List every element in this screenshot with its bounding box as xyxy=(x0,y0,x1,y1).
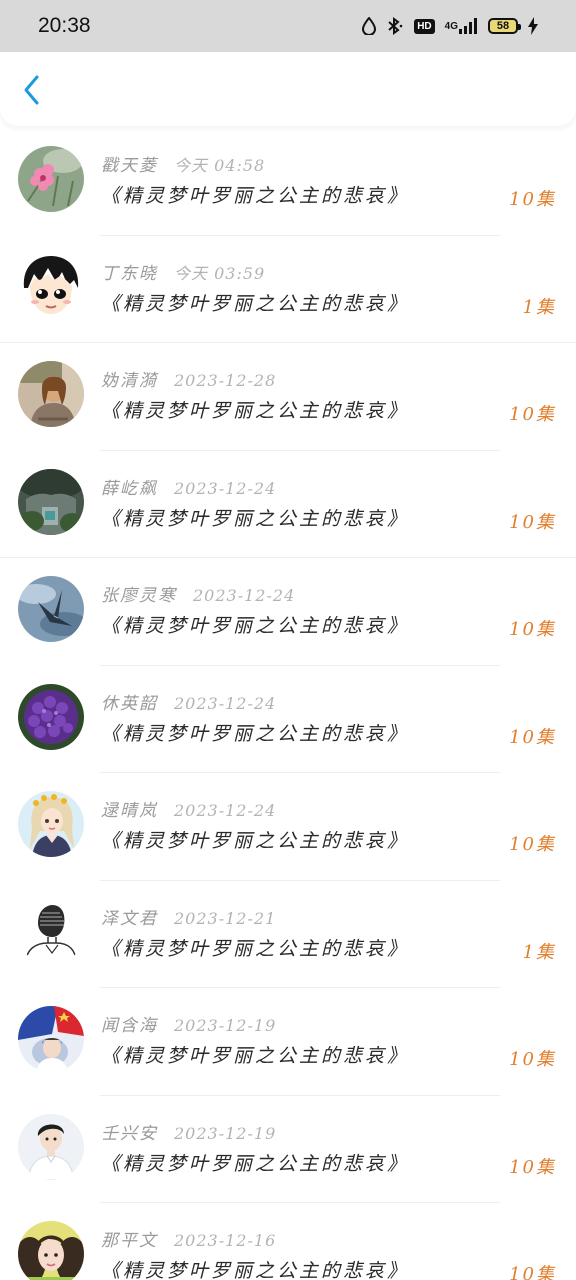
user-name: 逯晴岚 xyxy=(101,801,158,821)
garden-photo-avatar[interactable] xyxy=(18,468,84,535)
item-time: 2023-12-24 xyxy=(174,801,277,820)
list-item[interactable]: 薛屹飙 2023-12-24 《精灵梦叶罗丽之公主的悲哀》 10集 xyxy=(0,451,576,558)
list-item[interactable]: 丁东晓 今天 03:59 《精灵梦叶罗丽之公主的悲哀》 1集 xyxy=(0,236,576,343)
item-meta: 丁东晓 今天 03:59 xyxy=(101,259,265,284)
cartoon-boy-avatar[interactable] xyxy=(18,253,84,320)
item-time: 2023-12-24 xyxy=(193,586,296,605)
item-title: 《精灵梦叶罗丽之公主的悲哀》 xyxy=(101,185,410,207)
purple-flower-avatar[interactable] xyxy=(18,683,84,750)
item-title: 《精灵梦叶罗丽之公主的悲哀》 xyxy=(101,507,410,530)
flag-boy-avatar[interactable] xyxy=(18,1006,84,1072)
paper-crane-avatar[interactable] xyxy=(18,576,84,642)
list-item[interactable]: 戳天菱 今天 04:58 《精灵梦叶罗丽之公主的悲哀》 10集 xyxy=(0,128,576,236)
item-title: 《精灵梦叶罗丽之公主的悲哀》 xyxy=(101,830,410,852)
status-icons: HD 4G 58 xyxy=(362,17,538,35)
episode-count: 10集 xyxy=(509,1049,556,1070)
list-item[interactable]: 逯晴岚 2023-12-24 《精灵梦叶罗丽之公主的悲哀》 10集 xyxy=(0,773,576,881)
charging-bolt-icon xyxy=(528,17,538,35)
item-time: 2023-12-21 xyxy=(174,908,277,928)
item-title: 《精灵梦叶罗丽之公主的悲哀》 xyxy=(101,292,410,315)
episode-count: 10集 xyxy=(509,511,556,533)
sketch-avatar[interactable] xyxy=(18,898,84,965)
user-name: 丁东晓 xyxy=(101,263,158,284)
back-button[interactable] xyxy=(14,72,50,108)
item-meta: 闻含海 2023-12-19 xyxy=(101,1011,276,1036)
item-meta: 薛屹飙 2023-12-24 xyxy=(101,474,276,499)
item-meta: 壬兴安 2023-12-19 xyxy=(101,1119,276,1144)
item-meta: 那平文 2023-12-16 xyxy=(101,1226,276,1251)
item-title: 《精灵梦叶罗丽之公主的悲哀》 xyxy=(101,722,410,745)
item-time: 今天 04:58 xyxy=(174,156,266,175)
item-time: 2023-12-19 xyxy=(174,1123,277,1143)
episode-count: 10集 xyxy=(509,189,556,210)
status-bar: 20:38 HD 4G 58 xyxy=(0,0,576,52)
item-meta: 戳天菱 今天 04:58 xyxy=(101,151,265,176)
chevron-left-icon xyxy=(24,75,39,105)
user-name: 壬兴安 xyxy=(101,1123,158,1144)
episode-count: 10集 xyxy=(509,834,556,855)
episode-count: 10集 xyxy=(509,726,556,748)
young-man-avatar[interactable] xyxy=(18,1113,84,1180)
item-time: 2023-12-28 xyxy=(174,371,277,390)
list-item[interactable]: 泽文君 2023-12-21 《精灵梦叶罗丽之公主的悲哀》 1集 xyxy=(0,881,576,988)
item-time: 2023-12-24 xyxy=(174,693,277,713)
episode-count: 10集 xyxy=(509,619,556,640)
item-meta: 泽文君 2023-12-21 xyxy=(101,904,276,929)
flower-avatar[interactable] xyxy=(18,146,84,212)
battery-icon: 58 xyxy=(488,18,521,34)
user-name: 泽文君 xyxy=(101,908,158,929)
network-type-label: 4G xyxy=(444,20,458,32)
item-time: 2023-12-24 xyxy=(174,478,277,498)
item-meta: 逯晴岚 2023-12-24 xyxy=(101,796,276,821)
item-meta: 休英韶 2023-12-24 xyxy=(101,689,276,714)
status-time: 20:38 xyxy=(38,14,91,37)
item-title: 《精灵梦叶罗丽之公主的悲哀》 xyxy=(101,1260,410,1280)
user-name: 休英韶 xyxy=(101,693,158,714)
header xyxy=(0,52,576,126)
list-item[interactable]: 闻含海 2023-12-19 《精灵梦叶罗丽之公主的悲哀》 10集 xyxy=(0,988,576,1096)
item-time: 今天 03:59 xyxy=(174,263,266,283)
selfie-girl-avatar[interactable] xyxy=(18,1221,84,1280)
list-item[interactable]: 张廖灵寒 2023-12-24 《精灵梦叶罗丽之公主的悲哀》 10集 xyxy=(0,558,576,666)
item-title: 《精灵梦叶罗丽之公主的悲哀》 xyxy=(101,400,410,422)
signal-icon: 4G xyxy=(445,18,478,34)
item-title: 《精灵梦叶罗丽之公主的悲哀》 xyxy=(101,1045,410,1067)
episode-count: 10集 xyxy=(509,1264,556,1280)
item-meta: 张廖灵寒 2023-12-24 xyxy=(101,581,295,606)
user-name: 闻含海 xyxy=(101,1016,158,1036)
hd-icon: HD xyxy=(414,18,435,34)
battery-level: 58 xyxy=(496,20,510,32)
list-item[interactable]: 休英韶 2023-12-24 《精灵梦叶罗丽之公主的悲哀》 10集 xyxy=(0,666,576,773)
item-time: 2023-12-19 xyxy=(174,1016,277,1035)
episode-count: 1集 xyxy=(522,296,556,318)
list-item[interactable]: 妫清漪 2023-12-28 《精灵梦叶罗丽之公主的悲哀》 10集 xyxy=(0,343,576,451)
item-time: 2023-12-16 xyxy=(174,1231,277,1250)
user-name: 妫清漪 xyxy=(101,371,158,391)
user-name: 戳天菱 xyxy=(101,156,158,176)
episode-count: 10集 xyxy=(509,404,556,425)
item-title: 《精灵梦叶罗丽之公主的悲哀》 xyxy=(101,937,410,960)
cartoon-girl-avatar[interactable] xyxy=(18,791,84,857)
episode-count: 10集 xyxy=(509,1156,556,1178)
water-drop-icon xyxy=(362,17,377,35)
comment-list: 戳天菱 今天 04:58 《精灵梦叶罗丽之公主的悲哀》 10集 丁东晓 今天 0… xyxy=(0,128,576,1280)
user-name: 张廖灵寒 xyxy=(101,586,177,606)
episode-count: 1集 xyxy=(522,941,556,963)
user-name: 薛屹飙 xyxy=(101,478,158,499)
girl-photo-avatar[interactable] xyxy=(18,361,84,427)
item-title: 《精灵梦叶罗丽之公主的悲哀》 xyxy=(101,615,410,637)
user-name: 那平文 xyxy=(101,1231,158,1251)
bluetooth-icon xyxy=(386,17,404,35)
item-meta: 妫清漪 2023-12-28 xyxy=(101,366,276,391)
list-item[interactable]: 壬兴安 2023-12-19 《精灵梦叶罗丽之公主的悲哀》 10集 xyxy=(0,1096,576,1203)
list-item[interactable]: 那平文 2023-12-16 《精灵梦叶罗丽之公主的悲哀》 10集 xyxy=(0,1203,576,1280)
item-title: 《精灵梦叶罗丽之公主的悲哀》 xyxy=(101,1152,410,1175)
